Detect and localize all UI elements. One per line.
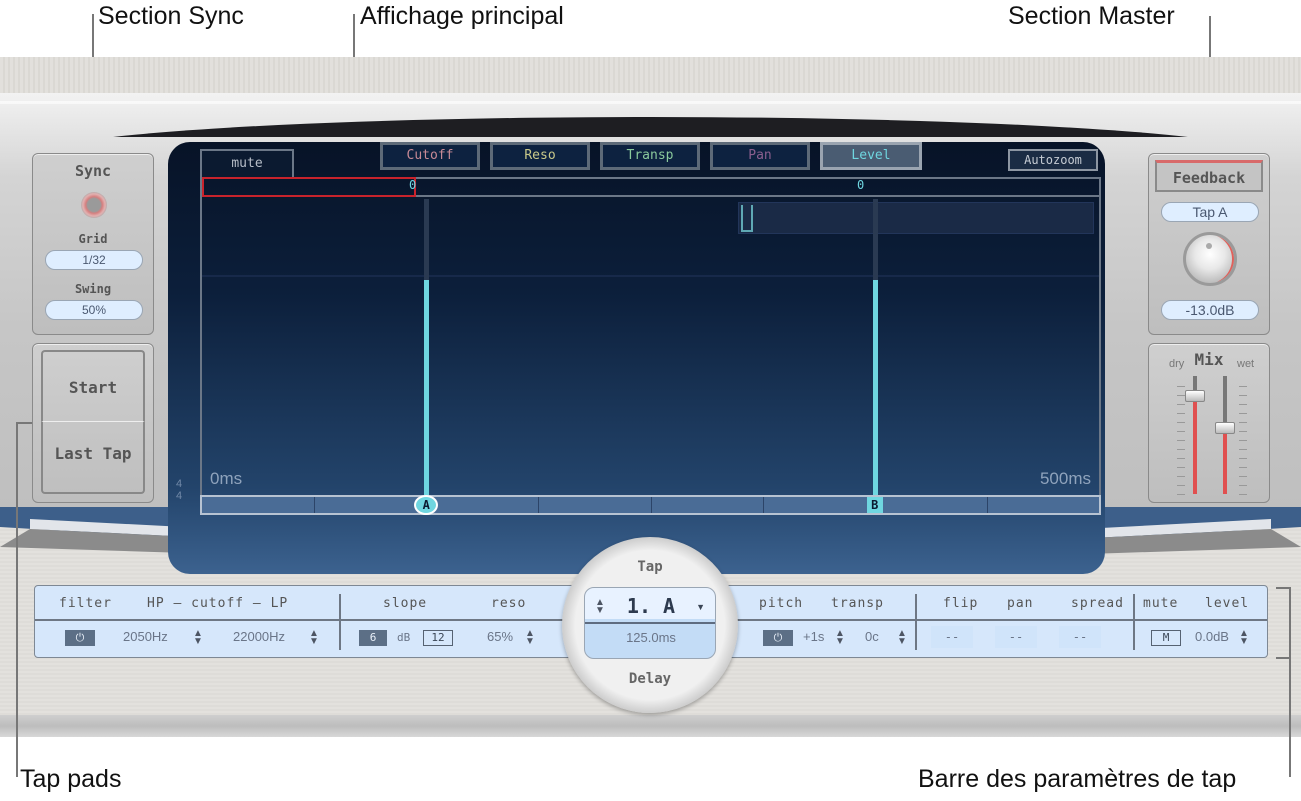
feedback-button[interactable]: Feedback [1155, 160, 1263, 192]
tap-selector: Tap ▲ ▼ 1. A ▼ 125.0ms Delay [562, 537, 738, 713]
last-tap-pad[interactable]: Last Tap [41, 422, 145, 494]
time-end-label: 500ms [1039, 469, 1091, 488]
filter-power-button[interactable]: ⏻ [65, 630, 95, 646]
time-start-label: 0ms [210, 469, 243, 488]
slope-12-button[interactable]: 12 [423, 630, 453, 646]
tap-selector-display[interactable]: ▲ ▼ 1. A ▼ 125.0ms [584, 587, 716, 659]
delay-designer-plugin: Cutoff Reso Transp Pan Level Autozoom mu… [0, 57, 1301, 737]
header-cutoff: HP – cutoff – LP [147, 596, 289, 611]
slope-db-label: dB [397, 631, 411, 644]
header-level: level [1205, 596, 1250, 611]
header-flip: flip [943, 596, 979, 611]
ruler-tick [762, 497, 764, 513]
header-filter: filter [59, 596, 112, 611]
mute-toggle-a[interactable]: 0 [409, 178, 416, 192]
main-display[interactable]: Cutoff Reso Transp Pan Level Autozoom mu… [168, 142, 1105, 574]
reso-stepper-icon[interactable]: ▲ ▼ [525, 629, 535, 647]
reso-value[interactable]: 65% [487, 629, 513, 644]
header-pitch: pitch [759, 596, 804, 611]
callout-section-sync: Section Sync [98, 2, 244, 30]
autozoom-button[interactable]: Autozoom [1008, 149, 1098, 171]
grid-line [202, 275, 1099, 277]
ruler-tick [986, 497, 988, 513]
callout-tick-parambar [1276, 587, 1290, 589]
spread-value[interactable]: -- [1059, 626, 1101, 648]
mute-button[interactable]: M [1151, 630, 1181, 646]
header-slope: slope [383, 596, 428, 611]
dry-label: dry [1169, 358, 1185, 370]
feedback-tap-selector[interactable]: Tap A [1161, 202, 1259, 222]
callout-tap-param-bar: Barre des paramètres de tap [918, 765, 1237, 793]
tap-graph[interactable]: 0ms 500ms [200, 197, 1101, 495]
mute-toggle-b[interactable]: 0 [857, 178, 864, 192]
callout-main-display: Affichage principal [360, 2, 564, 30]
mute-region [202, 177, 416, 197]
mix-scale [1177, 378, 1247, 496]
view-button-transp[interactable]: Transp [600, 142, 700, 170]
tap-pads: Start Last Tap [32, 343, 154, 503]
transp-cents-stepper-icon[interactable]: ▲ ▼ [897, 629, 907, 647]
spread-indicator [738, 202, 1094, 234]
header-pan: pan [1007, 596, 1034, 611]
level-stepper-icon[interactable]: ▲ ▼ [1239, 629, 1249, 647]
feedback-value[interactable]: -13.0dB [1161, 300, 1259, 320]
swing-label: Swing [74, 282, 112, 296]
view-buttons: Cutoff Reso Transp Pan Level [380, 142, 925, 170]
time-signature: 4 4 [176, 478, 183, 502]
grid-label: Grid [78, 232, 108, 246]
tap-selector-footer: Delay [628, 671, 672, 687]
slope-6-button[interactable]: 6 [359, 630, 387, 646]
ruler-tick [538, 497, 540, 513]
swing-value[interactable]: 50% [45, 300, 143, 320]
header-mute: mute [1143, 596, 1179, 611]
tap-marker-b[interactable]: B [866, 497, 883, 513]
transp-cents-value[interactable]: 0c [865, 629, 879, 644]
tap-selector-title: Tap [637, 559, 663, 575]
ruler-tick [650, 497, 652, 513]
tap-level-bar-a[interactable] [424, 280, 430, 495]
mix-section: Mix dry wet [1148, 343, 1270, 503]
header-reso: reso [491, 596, 527, 611]
header-transp: transp [831, 596, 884, 611]
tap-dropdown-icon[interactable]: ▼ [696, 602, 705, 612]
wet-label: wet [1237, 358, 1255, 370]
view-button-reso[interactable]: Reso [490, 142, 590, 170]
callout-section-master: Section Master [1008, 2, 1175, 30]
feedback-knob[interactable] [1183, 232, 1237, 286]
tap-delay-value[interactable]: 125.0ms [585, 630, 715, 645]
sync-section: Sync Grid 1/32 Swing 50% [32, 153, 154, 335]
master-section: Feedback Tap A -13.0dB [1148, 153, 1270, 335]
lp-cutoff-value[interactable]: 22000Hz [233, 629, 285, 644]
header-spread: spread [1071, 596, 1124, 611]
callout-tap-pads: Tap pads [20, 765, 122, 793]
start-pad[interactable]: Start [41, 350, 145, 422]
pitch-power-button[interactable]: ⏻ [763, 630, 793, 646]
level-value[interactable]: 0.0dB [1195, 629, 1229, 644]
grid-value[interactable]: 1/32 [45, 250, 143, 270]
callout-line-parambar [1289, 587, 1291, 777]
transp-semitones-value[interactable]: +1s [803, 629, 824, 644]
mute-lane[interactable]: 0 0 [200, 177, 1101, 197]
pan-value[interactable]: -- [995, 626, 1037, 648]
flip-value[interactable]: -- [931, 626, 973, 648]
mute-tab[interactable]: mute [200, 149, 294, 179]
sync-button[interactable] [81, 192, 107, 218]
lp-cutoff-stepper-icon[interactable]: ▲ ▼ [309, 629, 319, 647]
callout-tick-tappads [16, 422, 32, 424]
view-button-level[interactable]: Level [820, 142, 922, 170]
hp-cutoff-stepper-icon[interactable]: ▲ ▼ [193, 629, 203, 647]
tap-level-bar-b[interactable] [872, 280, 878, 495]
ruler-tick [314, 497, 316, 513]
tap-ruler[interactable]: AB [200, 495, 1101, 515]
sync-label: Sync [74, 162, 112, 180]
view-button-cutoff[interactable]: Cutoff [380, 142, 480, 170]
tap-marker-a[interactable]: A [416, 497, 437, 513]
hp-cutoff-value[interactable]: 2050Hz [123, 629, 168, 644]
callout-line-tappads [16, 422, 18, 777]
view-button-pan[interactable]: Pan [710, 142, 810, 170]
transp-semitones-stepper-icon[interactable]: ▲ ▼ [835, 629, 845, 647]
